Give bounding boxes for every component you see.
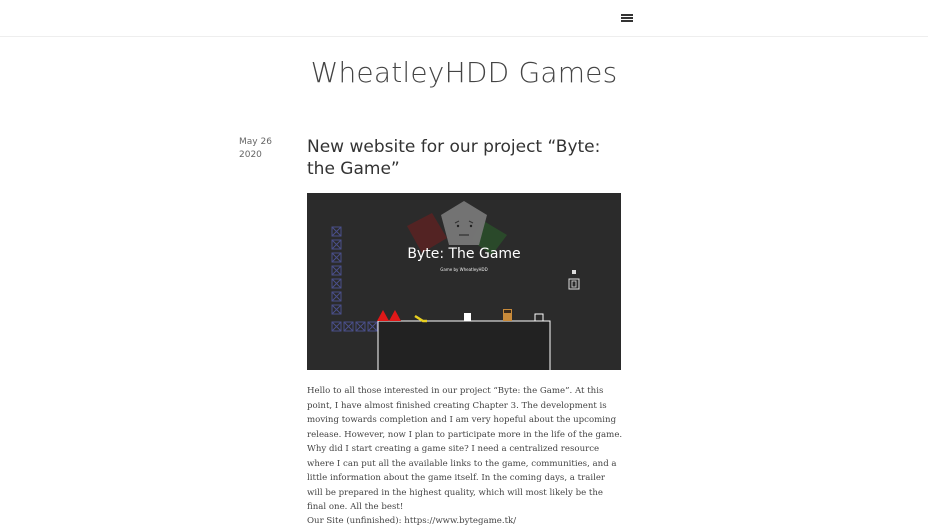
game-logo-subtitle: Game by WheatleyHDD (440, 267, 488, 272)
orange-character-face (504, 310, 511, 313)
white-block (464, 313, 471, 321)
post-featured-image[interactable]: Byte: The Game Game by WheatleyHDD (307, 193, 621, 370)
site-title[interactable]: WheatleyHDD Games (0, 56, 928, 89)
top-nav-bar (0, 0, 928, 37)
left-wall-blocks (331, 226, 378, 332)
game-screenshot-art (331, 201, 580, 370)
post-title[interactable]: New website for our project “Byte: the G… (307, 136, 627, 180)
post-date-year: 2020 (239, 150, 262, 160)
game-logo-title: Byte: The Game (407, 246, 521, 262)
outlined-box (534, 313, 544, 322)
hamburger-menu-icon[interactable] (617, 9, 637, 27)
menu-icon-bar (621, 17, 633, 19)
red-spike (389, 310, 401, 321)
post-site-link[interactable]: https://www.bytegame.tk/ (404, 516, 516, 526)
yellow-object (414, 314, 427, 323)
game-platform (377, 320, 551, 370)
item-counter-box (568, 278, 580, 290)
red-spike (377, 310, 389, 321)
logo-face-eye-right (469, 224, 473, 228)
menu-icon-bar (621, 20, 633, 22)
post-site-label: Our Site (unfinished): (307, 516, 405, 526)
menu-icon-bar (621, 14, 633, 16)
post-date: May 26 2020 (239, 136, 272, 162)
logo-face-shape (441, 201, 487, 245)
post-body-text: Hello to all those interested in our pro… (307, 386, 623, 512)
post-site-link-line: Our Site (unfinished): https://www.byteg… (307, 514, 623, 528)
post-date-month-day: May 26 (239, 137, 272, 147)
logo-face-eye-left (456, 224, 460, 228)
item-counter-digit (571, 280, 577, 288)
